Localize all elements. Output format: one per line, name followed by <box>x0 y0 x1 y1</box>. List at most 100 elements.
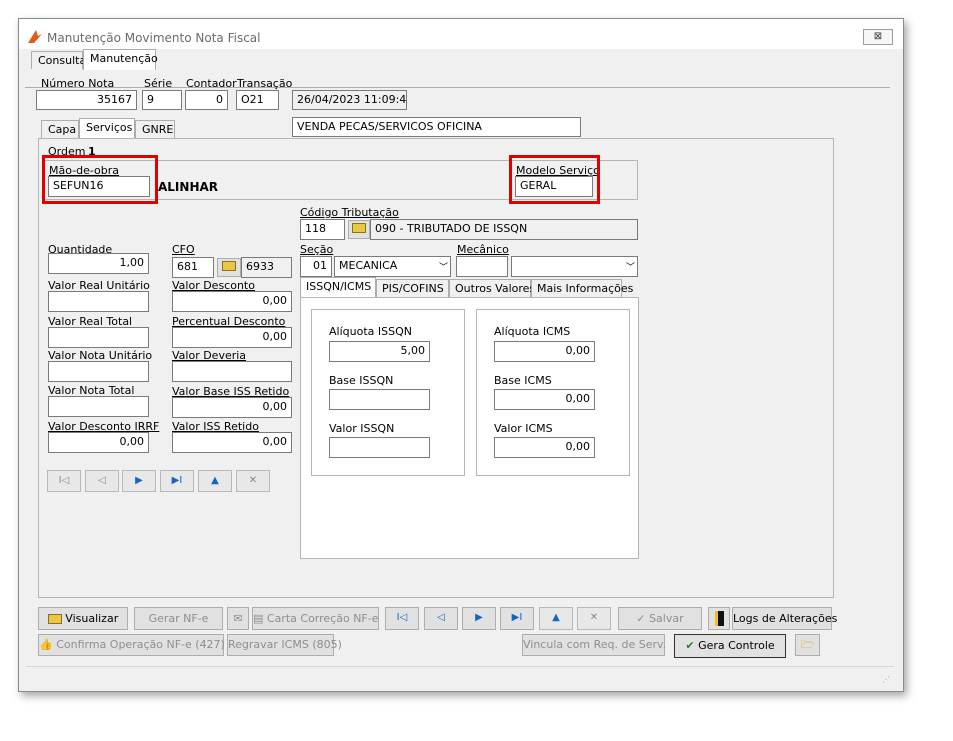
gera-controle-button[interactable]: ✔ Gera Controle <box>674 634 786 658</box>
valor-desconto-irrf-field[interactable]: 0,00 <box>48 432 149 453</box>
contador-label: Contador <box>186 77 237 90</box>
tab-capa[interactable]: Capa <box>41 120 79 138</box>
logs-alteracoes-button[interactable]: Logs de Alterações <box>732 607 837 630</box>
contador-field[interactable]: 0 <box>185 90 228 110</box>
resize-grip-icon[interactable]: ⋰ <box>882 675 890 684</box>
title-bar: Manutenção Movimento Nota Fiscal ⊠ <box>19 19 903 49</box>
aliquota-issqn-field[interactable]: 5,00 <box>329 341 430 362</box>
visualizar-label: Visualizar <box>65 612 119 625</box>
check-icon: ✓ <box>636 612 646 625</box>
toolbar-prev-button[interactable]: ◁ <box>424 607 458 630</box>
valor-nota-total-field[interactable] <box>48 396 149 417</box>
numero-nota-field[interactable]: 35167 <box>36 90 137 110</box>
confirma-operacao-label: Confirma Operação NF-e (427) <box>56 638 225 651</box>
tab-mais-informacoes[interactable]: Mais Informações <box>531 279 633 297</box>
base-issqn-field[interactable] <box>329 389 430 410</box>
percentual-desconto-field[interactable]: 0,00 <box>172 327 292 348</box>
codigo-tributacao-desc: 090 - TRIBUTADO DE ISSQN <box>370 219 638 240</box>
cfo-desc: 6933 <box>241 257 292 278</box>
tab-servicos[interactable]: Serviços <box>79 118 135 139</box>
thumbs-up-icon: 👍 <box>39 638 53 651</box>
highlight-mao-obra <box>42 155 158 204</box>
transacao-desc-field: VENDA PECAS/SERVICOS OFICINA <box>292 117 581 137</box>
carta-correcao-label: Carta Correção NF-e <box>266 612 379 625</box>
transacao-field[interactable]: O21 <box>236 90 279 110</box>
secao-select[interactable]: MECANICA ﹀ <box>334 256 451 277</box>
serie-label: Série <box>144 77 173 90</box>
toolbar-next-button[interactable]: ▶ <box>462 607 496 630</box>
datetime-field: 26/04/2023 11:09:46 <box>292 90 407 110</box>
secao-label: Seção <box>300 243 334 256</box>
cfo-pointer-hand-icon[interactable] <box>217 258 241 277</box>
mecanico-label: Mecânico <box>457 243 509 256</box>
tab-manutencao[interactable]: Manutenção <box>83 49 158 70</box>
status-bar <box>26 666 894 686</box>
valor-icms-field[interactable]: 0,00 <box>494 437 595 458</box>
pointer-hand-icon[interactable] <box>348 220 370 239</box>
last-record-button[interactable]: ▶I <box>160 470 194 492</box>
toolbar-up-button[interactable]: ▲ <box>539 607 573 630</box>
valor-base-iss-field[interactable]: 0,00 <box>172 397 292 418</box>
aliquota-issqn-label: Alíquota ISSQN <box>329 325 412 338</box>
serie-field[interactable]: 9 <box>142 90 182 110</box>
exit-door-icon[interactable] <box>708 607 730 630</box>
salvar-button[interactable]: ✓ Salvar <box>618 607 702 630</box>
valor-icms-label: Valor ICMS <box>494 422 553 435</box>
aliquota-icms-label: Alíquota ICMS <box>494 325 571 338</box>
visualizar-button[interactable]: Visualizar <box>38 607 128 630</box>
base-icms-label: Base ICMS <box>494 374 552 387</box>
cfo-label: CFO <box>172 243 195 256</box>
aliquota-icms-field[interactable]: 0,00 <box>494 341 595 362</box>
valor-issqn-label: Valor ISSQN <box>329 422 395 435</box>
numero-nota-label: Número Nota <box>41 77 115 90</box>
prev-record-button[interactable]: ◁ <box>85 470 119 492</box>
toolbar-last-button[interactable]: ▶I <box>500 607 534 630</box>
mecanico-select[interactable]: ﹀ <box>511 256 638 277</box>
valor-deveria-field[interactable] <box>172 361 292 382</box>
tab-gnre[interactable]: GNRE <box>135 120 175 138</box>
base-icms-field[interactable]: 0,00 <box>494 389 595 410</box>
valor-real-unitario-field[interactable] <box>48 291 149 312</box>
tab-outros-valores[interactable]: Outros Valores <box>449 279 535 297</box>
window-title: Manutenção Movimento Nota Fiscal <box>47 31 261 45</box>
valor-nota-unitario-field[interactable] <box>48 361 149 382</box>
delete-record-button[interactable]: ✕ <box>236 470 270 492</box>
cfo-field[interactable]: 681 <box>172 257 214 278</box>
up-record-button[interactable]: ▲ <box>198 470 232 492</box>
folder-icon[interactable]: 🗁 <box>795 634 820 656</box>
tab-consulta[interactable]: Consulta <box>31 51 86 69</box>
gerar-nfe-button[interactable]: Gerar NF-e <box>134 607 223 630</box>
secao-field[interactable]: 01 <box>300 256 332 277</box>
valor-iss-retido-field[interactable]: 0,00 <box>172 432 292 453</box>
base-issqn-label: Base ISSQN <box>329 374 394 387</box>
close-button[interactable]: ⊠ <box>863 29 893 45</box>
confirma-operacao-button[interactable]: 👍 Confirma Operação NF-e (427) <box>38 634 225 656</box>
chevron-down-icon: ﹀ <box>438 263 448 273</box>
tab-issqn-icms[interactable]: ISSQN/ICMS <box>300 277 376 298</box>
tab-pis-cofins[interactable]: PIS/COFINS <box>376 279 449 297</box>
carta-correcao-button[interactable]: ▤ Carta Correção NF-e <box>252 607 379 630</box>
valor-desconto-field[interactable]: 0,00 <box>172 291 292 312</box>
gera-controle-label: Gera Controle <box>698 639 775 652</box>
valor-issqn-field[interactable] <box>329 437 430 458</box>
app-logo-icon <box>28 30 42 43</box>
chevron-down-icon: ﹀ <box>625 263 635 273</box>
codigo-tributacao-label: Código Tributação <box>300 206 399 219</box>
envelope-icon[interactable]: ✉ <box>227 607 249 630</box>
transacao-label: Transação <box>237 77 293 90</box>
toolbar-first-button[interactable]: I◁ <box>385 607 419 630</box>
document-icon: ▤ <box>253 612 264 625</box>
pointer-hand-icon <box>47 614 62 624</box>
mecanico-field[interactable] <box>456 256 508 277</box>
codigo-tributacao-field[interactable]: 118 <box>300 219 345 240</box>
highlight-modelo-servico <box>509 155 600 204</box>
first-record-button[interactable]: I◁ <box>47 470 81 492</box>
toolbar-delete-button[interactable]: ✕ <box>577 607 611 630</box>
quantidade-field[interactable]: 1,00 <box>48 253 149 274</box>
next-record-button[interactable]: ▶ <box>122 470 156 492</box>
vincula-req-servico-button[interactable]: Vincula com Req. de Serv. <box>522 634 666 656</box>
salvar-label: Salvar <box>649 612 684 625</box>
regravar-icms-button[interactable]: Regravar ICMS (805) <box>227 634 342 656</box>
valor-real-total-field[interactable] <box>48 327 149 348</box>
mao-obra-desc: ALINHAR <box>158 180 219 194</box>
